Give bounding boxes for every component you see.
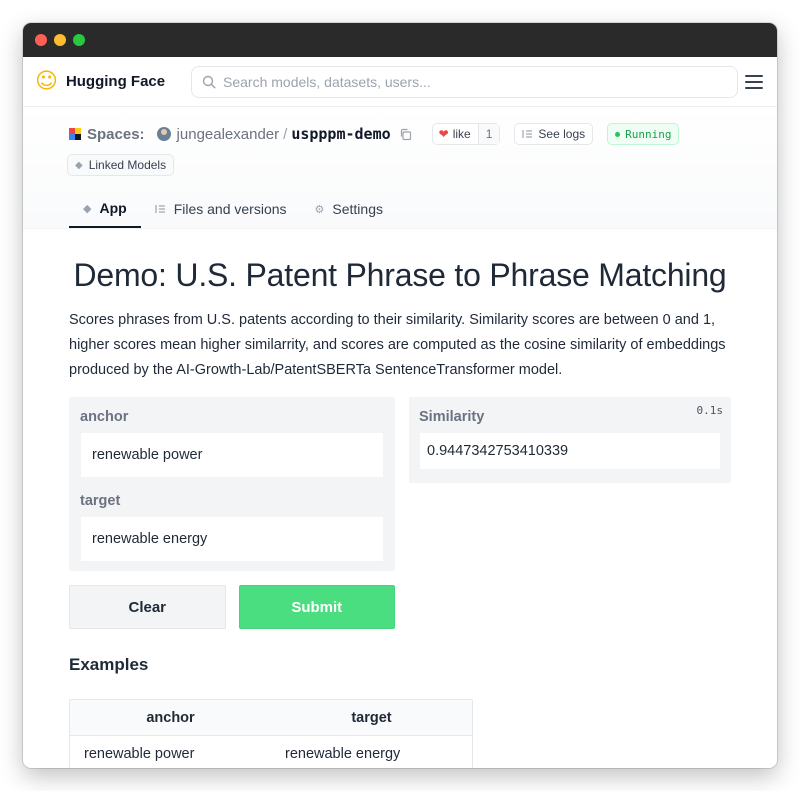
tab-settings[interactable]: ⚙ Settings — [301, 190, 397, 228]
linked-models-button[interactable]: ◆ Linked Models — [67, 154, 175, 176]
examples-table: anchor target renewable power renewable … — [69, 699, 473, 768]
app-content: Demo: U.S. Patent Phrase to Phrase Match… — [23, 257, 777, 768]
hugging-face-logo-icon: ☺ — [35, 68, 58, 94]
brand-name: Hugging Face — [65, 73, 166, 90]
demo-description: Scores phrases from U.S. patents accordi… — [69, 312, 726, 378]
inference-time: 0.1s — [696, 404, 724, 417]
anchor-input[interactable]: renewable power — [81, 433, 383, 477]
minimize-window-button[interactable] — [54, 34, 66, 46]
heart-icon: ❤ — [438, 127, 449, 141]
search-input[interactable]: Search models, datasets, users... — [191, 65, 738, 98]
logs-icon — [522, 130, 533, 138]
target-input[interactable]: renewable energy — [81, 517, 383, 561]
owner-link[interactable]: jungealexander — [177, 126, 280, 143]
like-label: like — [452, 127, 471, 141]
space-header: Spaces: jungealexander / uspppm-demo ❤ l… — [23, 107, 777, 229]
input-fields-box: anchor renewable power target renewable … — [69, 397, 395, 571]
spaces-link[interactable]: Spaces: — [87, 126, 145, 143]
repo-name[interactable]: uspppm-demo — [291, 125, 390, 143]
browser-window: ☺ Hugging Face Search models, datasets, … — [23, 23, 777, 768]
window-titlebar — [23, 23, 777, 57]
top-navbar: ☺ Hugging Face Search models, datasets, … — [23, 57, 777, 107]
like-count: 1 — [477, 124, 500, 144]
table-row[interactable]: renewable power renewable energy — [70, 736, 472, 768]
page-title: Demo: U.S. Patent Phrase to Phrase Match… — [73, 257, 727, 293]
examples-header-row: anchor target — [70, 700, 472, 736]
copy-icon[interactable] — [399, 128, 412, 141]
output-panel: Similarity 0.1s 0.9447342753410339 — [409, 397, 731, 483]
tab-files-label: Files and versions — [173, 201, 287, 217]
tab-files-and-versions[interactable]: Files and versions — [141, 190, 301, 228]
examples-header-anchor: anchor — [146, 709, 195, 726]
space-tabs: ◆ App Files and versions ⚙ Settings — [69, 190, 731, 228]
cube-icon: ◆ — [75, 159, 83, 171]
tab-app[interactable]: ◆ App — [69, 190, 141, 228]
input-panel: anchor renewable power target renewable … — [69, 397, 395, 629]
brand-logo-link[interactable]: ☺ Hugging Face — [35, 68, 181, 94]
breadcrumb-separator: / — [283, 125, 288, 143]
example-anchor-cell: renewable power — [84, 746, 195, 762]
like-button[interactable]: ❤ like 1 — [431, 123, 501, 145]
example-target-cell: renewable energy — [285, 746, 401, 762]
clear-button[interactable]: Clear — [69, 585, 226, 629]
examples-title: Examples — [69, 655, 149, 674]
linked-models-label: Linked Models — [88, 158, 167, 172]
status-badge: Running — [607, 123, 680, 145]
see-logs-label: See logs — [538, 127, 586, 141]
examples-header-target: target — [351, 709, 392, 726]
interface-panels: anchor renewable power target renewable … — [69, 397, 731, 629]
see-logs-button[interactable]: See logs — [514, 123, 594, 145]
submit-button[interactable]: Submit — [238, 585, 395, 629]
similarity-label: Similarity — [419, 409, 485, 425]
status-label: Running — [625, 127, 672, 141]
running-dot-icon — [615, 131, 621, 137]
cube-icon: ◆ — [83, 202, 92, 215]
files-icon — [155, 205, 165, 213]
search-placeholder: Search models, datasets, users... — [223, 73, 431, 90]
close-window-button[interactable] — [35, 34, 47, 46]
gear-icon: ⚙ — [314, 203, 325, 216]
zoom-window-button[interactable] — [73, 34, 85, 46]
action-buttons: Clear Submit — [69, 585, 395, 629]
target-label: target — [80, 493, 121, 509]
anchor-label: anchor — [80, 409, 129, 425]
similarity-output[interactable]: 0.9447342753410339 — [420, 433, 720, 469]
hamburger-menu-icon[interactable] — [745, 74, 763, 89]
tab-app-label: App — [99, 200, 127, 216]
avatar — [156, 127, 171, 141]
breadcrumb: Spaces: jungealexander / uspppm-demo ❤ l… — [69, 123, 731, 145]
spaces-icon — [69, 128, 81, 140]
tab-settings-label: Settings — [332, 201, 383, 217]
search-icon — [202, 75, 216, 89]
